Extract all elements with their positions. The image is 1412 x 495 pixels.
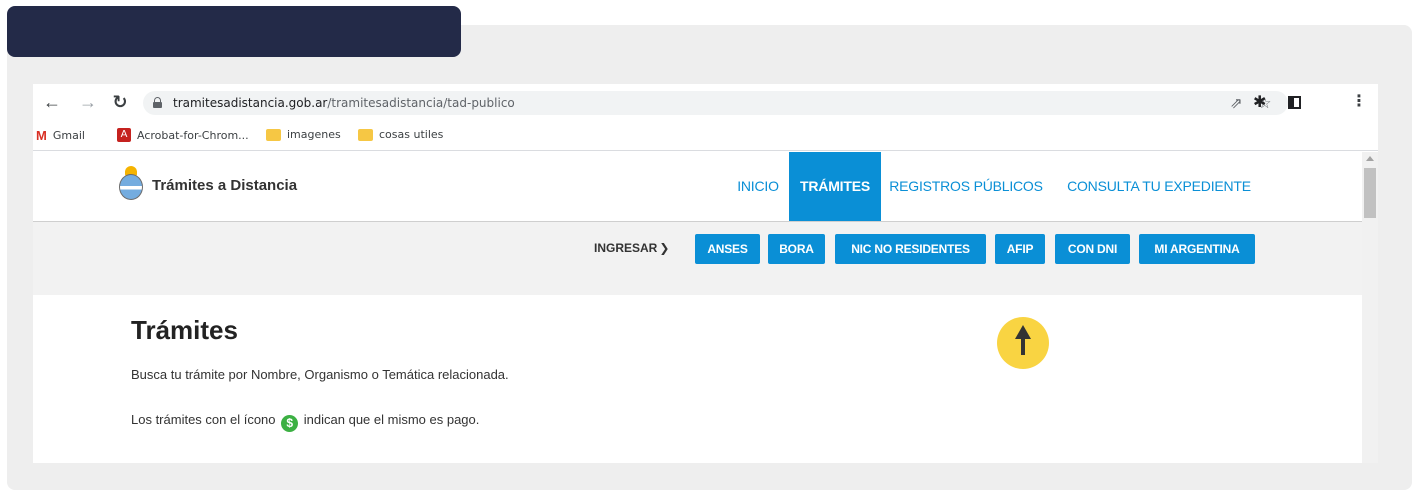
nav-consulta-expediente[interactable]: CONSULTA TU EXPEDIENTE [1057, 152, 1261, 221]
bookmark-label: cosas utiles [379, 128, 444, 141]
url-text[interactable]: tramitesadistancia.gob.ar/tramitesadista… [173, 96, 515, 110]
login-bora-button[interactable]: BORA [768, 234, 825, 264]
share-icon[interactable]: ⇗ [1230, 94, 1243, 112]
folder-icon [358, 128, 373, 141]
extensions-icon[interactable]: ✱ [1253, 92, 1266, 112]
bookmark-imagenes[interactable]: imagenes [266, 128, 341, 141]
nav-tramites[interactable]: TRÁMITES [789, 152, 881, 221]
bookmark-label: Acrobat-for-Chrom... [137, 128, 249, 142]
bookmark-cosas-utiles[interactable]: cosas utiles [358, 128, 443, 141]
site-title[interactable]: Trámites a Distancia [152, 177, 297, 194]
forward-arrow-icon[interactable]: → [77, 91, 99, 113]
argentina-coat-of-arms-icon[interactable] [119, 166, 143, 202]
back-arrow-icon[interactable]: ← [41, 91, 63, 113]
login-afip-button[interactable]: AFIP [995, 234, 1045, 264]
ingresar-text: INGRESAR [594, 241, 658, 255]
main-content: Trámites Busca tu trámite por Nombre, Or… [33, 295, 1362, 463]
payment-note: Los trámites con el ícono $ indican que … [131, 412, 479, 432]
side-panel-icon[interactable] [1288, 96, 1301, 109]
gmail-icon: M [36, 128, 47, 143]
nav-inicio[interactable]: INICIO [727, 152, 789, 221]
login-con-dni-button[interactable]: CON DNI [1055, 234, 1130, 264]
reload-icon[interactable]: ↻ [109, 91, 131, 113]
up-arrow-indicator-icon [997, 317, 1049, 369]
scrollbar-thumb[interactable] [1364, 168, 1376, 218]
login-mi-argentina-button[interactable]: MI ARGENTINA [1139, 234, 1255, 264]
address-bar[interactable]: tramitesadistancia.gob.ar/tramitesadista… [143, 91, 1288, 115]
bookmark-label: Gmail [52, 129, 85, 142]
bookmarks-bar: M Gmail A Acrobat-for-Chrom... imagenes … [33, 121, 1378, 151]
bookmark-gmail[interactable]: M Gmail [36, 128, 85, 143]
login-nic-button[interactable]: NIC NO RESIDENTES [835, 234, 986, 264]
site-header: Trámites a Distancia INICIO TRÁMITES REG… [33, 152, 1362, 222]
address-bar-row: ← → ↻ tramitesadistancia.gob.ar/tramites… [33, 84, 1378, 120]
bookmark-label: imagenes [287, 128, 341, 141]
page-title: Trámites [131, 315, 238, 345]
folder-icon [266, 128, 281, 141]
scroll-up-arrow-icon[interactable] [1366, 156, 1374, 161]
dollar-icon: $ [281, 415, 299, 432]
chevron-right-icon: ❯ [659, 241, 670, 255]
bookmark-acrobat[interactable]: A Acrobat-for-Chrom... [117, 128, 249, 142]
login-anses-button[interactable]: ANSES [695, 234, 760, 264]
url-path: /tramitesadistancia/tad-publico [327, 96, 515, 110]
payment-note-before: Los trámites con el ícono [131, 412, 276, 427]
menu-icon[interactable]: ⋮ [1351, 91, 1367, 111]
browser-window: ← → ↻ tramitesadistancia.gob.ar/tramites… [33, 84, 1378, 463]
lock-icon[interactable] [153, 97, 162, 108]
nav-registros-publicos[interactable]: REGISTROS PÚBLICOS [881, 152, 1051, 221]
url-host: tramitesadistancia.gob.ar [173, 96, 328, 110]
acrobat-icon: A [117, 128, 131, 142]
ingresar-label: INGRESAR ❯ [594, 241, 669, 255]
login-bar: INGRESAR ❯ ANSES BORA NIC NO RESIDENTES A… [33, 222, 1362, 295]
search-description: Busca tu trámite por Nombre, Organismo o… [131, 367, 509, 382]
payment-note-after: indican que el mismo es pago. [303, 412, 480, 427]
dark-header-bar [7, 6, 461, 57]
scrollbar[interactable] [1362, 152, 1378, 463]
